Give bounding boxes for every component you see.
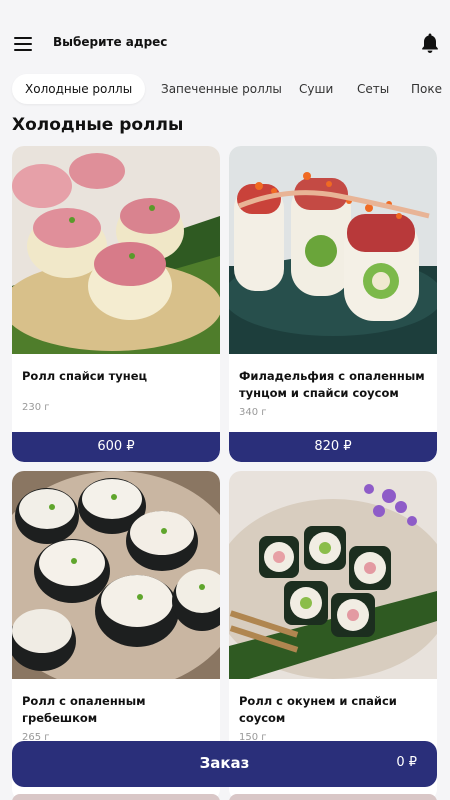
- product-card-peek: [229, 794, 437, 800]
- price-button[interactable]: 820 ₽: [229, 432, 437, 462]
- tab-sushi[interactable]: Суши: [299, 74, 333, 104]
- order-label: Заказ: [199, 754, 250, 772]
- order-button[interactable]: Заказ 0 ₽: [12, 741, 437, 787]
- product-image: [229, 471, 437, 679]
- tab-poke[interactable]: Поке: [411, 74, 442, 104]
- product-name: Филадельфия с опаленным тунцом и спайси …: [239, 369, 425, 400]
- menu-icon[interactable]: [14, 37, 32, 51]
- product-image: [12, 471, 220, 679]
- product-weight: 340 г: [239, 407, 267, 418]
- product-name: Ролл спайси тунец: [22, 369, 148, 383]
- product-card[interactable]: Филадельфия с опаленным тунцом и спайси …: [229, 146, 437, 462]
- bell-icon[interactable]: [420, 32, 440, 54]
- tab-sets[interactable]: Сеты: [357, 74, 389, 104]
- product-image: [12, 146, 220, 354]
- product-name: Ролл с окунем и спайси соусом: [239, 694, 397, 725]
- price-button[interactable]: 600 ₽: [12, 432, 220, 462]
- product-name: Ролл с опаленным гребешком: [22, 694, 146, 725]
- section-title: Холодные роллы: [12, 115, 184, 135]
- product-card-peek: [12, 794, 220, 800]
- product-weight: 230 г: [22, 402, 50, 413]
- tab-cold-rolls[interactable]: Холодные роллы: [12, 74, 146, 104]
- product-card[interactable]: Ролл спайси тунец 230 г 600 ₽: [12, 146, 220, 462]
- address-selector[interactable]: Выберите адрес: [53, 35, 167, 49]
- order-total: 0 ₽: [396, 755, 417, 770]
- product-image: [229, 146, 437, 354]
- tab-baked-rolls[interactable]: Запеченные роллы: [161, 74, 282, 104]
- category-tabs: Холодные роллы Запеченные роллы Суши Сет…: [0, 74, 450, 106]
